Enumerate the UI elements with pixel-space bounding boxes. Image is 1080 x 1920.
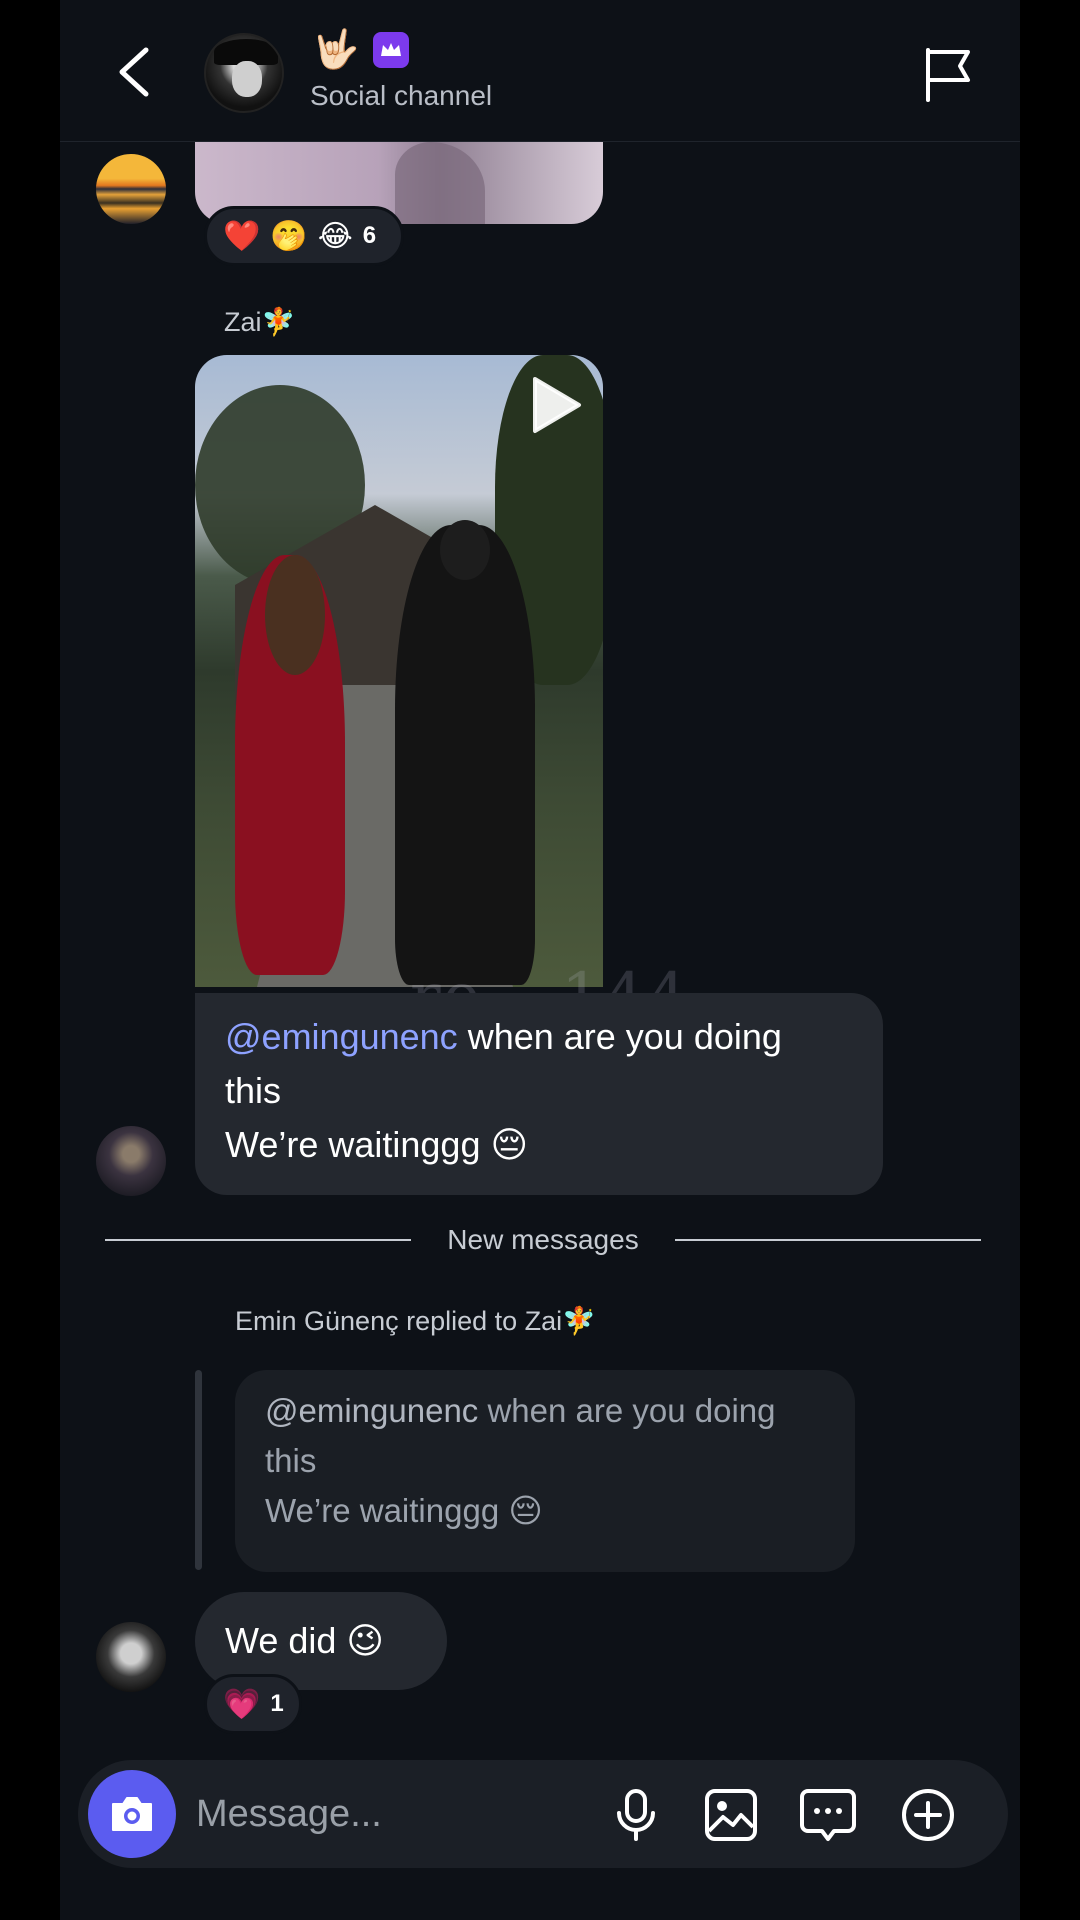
camera-button[interactable] [88,1770,176,1858]
channel-subtitle: Social channel [310,80,493,111]
camera-icon [112,1797,152,1831]
reply-indicator-bar [195,1370,202,1570]
message-composer [78,1760,1008,1868]
reaction-emoji: 😂 [317,219,353,253]
plus-icon[interactable] [900,1787,956,1843]
image-icon[interactable] [703,1787,759,1843]
quoted-text: this [265,1442,317,1479]
chat-icon[interactable] [800,1787,856,1843]
chat-screen: 🤟🏻 Social channel ❤️ 🤭 😂 6 Zai🧚 @emingun… [60,0,1020,1920]
avatar[interactable] [96,1622,166,1692]
mention-link[interactable]: @emingunenc [225,1016,458,1057]
reaction-emoji: 🤭 [270,219,308,253]
message-input[interactable] [196,1784,556,1844]
mic-icon[interactable] [608,1787,664,1843]
flag-icon[interactable] [922,46,974,102]
reaction-emoji: ❤️ [223,219,261,253]
avatar[interactable] [96,154,166,224]
quoted-text: We’re waitinggg 😔 [265,1492,543,1529]
reaction-count: 6 [362,222,377,249]
message-bubble[interactable]: @emingunenc when are you doing this We’r… [195,993,883,1195]
back-chevron-icon[interactable] [112,44,156,100]
avatar[interactable] [96,1126,166,1196]
channel-title[interactable]: 🤟🏻 [312,29,410,71]
reaction-bar[interactable]: ❤️ 🤭 😂 6 [204,206,404,266]
message-text: We’re waitinggg 😔 [225,1124,528,1165]
play-icon[interactable] [525,375,585,435]
channel-avatar[interactable] [204,33,284,113]
reaction-bar[interactable]: 💗 1 [204,1674,302,1734]
message-text: this [225,1070,282,1111]
channel-title-emoji: 🤟🏻 [312,29,360,71]
reaction-emoji: 💗 [223,1687,261,1721]
reaction-count: 1 [270,1690,284,1717]
chat-header: 🤟🏻 Social channel [60,0,1020,142]
message-video[interactable] [195,355,603,987]
sender-name: Zai🧚 [224,307,296,337]
reply-header: Emin Günenç replied to Zai🧚 [235,1306,596,1336]
message-text: when are you doing [457,1016,782,1057]
quoted-message[interactable]: @emingunenc when are you doing this We’r… [235,1370,855,1572]
quoted-text: when are you doing [478,1392,776,1429]
new-messages-divider: New messages [105,1222,981,1258]
crown-icon [373,32,410,68]
quoted-mention: @emingunenc [265,1392,479,1429]
